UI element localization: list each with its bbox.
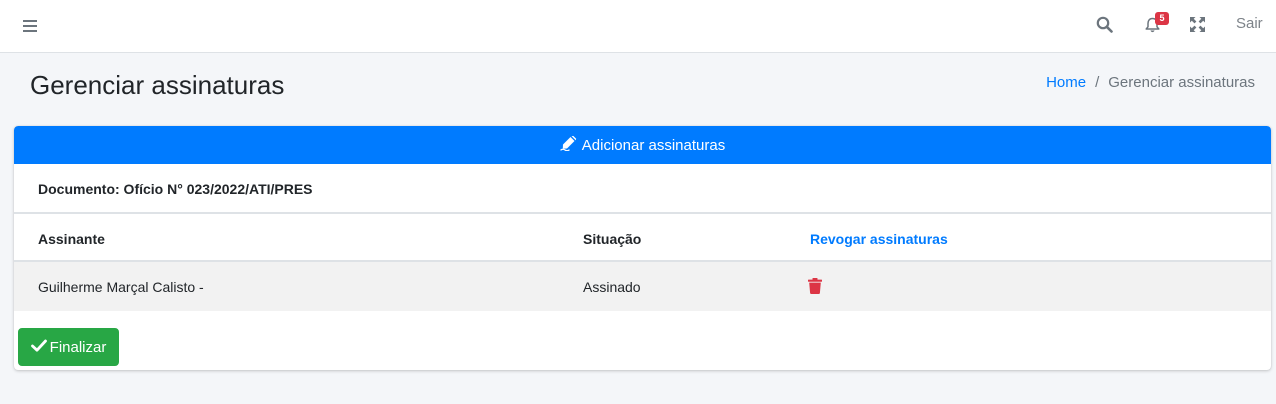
finish-button[interactable]: Finalizar — [18, 328, 119, 366]
finish-button-label: Finalizar — [49, 338, 107, 356]
trash-icon[interactable] — [808, 278, 826, 296]
expand-icon[interactable] — [1185, 12, 1209, 36]
signature-icon — [559, 135, 577, 155]
add-signatures-button[interactable]: Adicionar assinaturas — [14, 126, 1271, 164]
page-title: Gerenciar assinaturas — [30, 70, 285, 100]
top-navbar: 5 Sair — [0, 0, 1276, 53]
breadcrumb-separator: / — [1095, 74, 1100, 91]
column-header-signer: Assinante — [38, 231, 105, 247]
table-header-row: Assinante Situação Revogar assinaturas — [14, 212, 1271, 262]
revoke-signatures-link[interactable]: Revogar assinaturas — [810, 231, 948, 247]
table-row: Guilherme Marçal Calisto - Assinado — [14, 262, 1271, 311]
check-icon — [30, 339, 47, 356]
search-icon[interactable] — [1092, 12, 1116, 36]
hamburger-icon[interactable] — [18, 14, 42, 38]
breadcrumb: Home / Gerenciar assinaturas — [1046, 74, 1255, 91]
logout-link[interactable]: Sair — [1236, 15, 1263, 32]
signer-name: Guilherme Marçal Calisto - — [38, 279, 204, 295]
column-header-status: Situação — [583, 231, 642, 247]
notification-badge: 5 — [1155, 12, 1169, 25]
signatures-table: Assinante Situação Revogar assinaturas G… — [14, 212, 1271, 311]
signature-status: Assinado — [583, 279, 641, 295]
add-signatures-label: Adicionar assinaturas — [581, 136, 726, 154]
breadcrumb-current: Gerenciar assinaturas — [1108, 74, 1255, 91]
document-title: Documento: Ofício N° 023/2022/ATI/PRES — [38, 181, 313, 197]
breadcrumb-home-link[interactable]: Home — [1046, 74, 1086, 91]
signatures-card: Adicionar assinaturas Documento: Ofício … — [14, 126, 1271, 370]
